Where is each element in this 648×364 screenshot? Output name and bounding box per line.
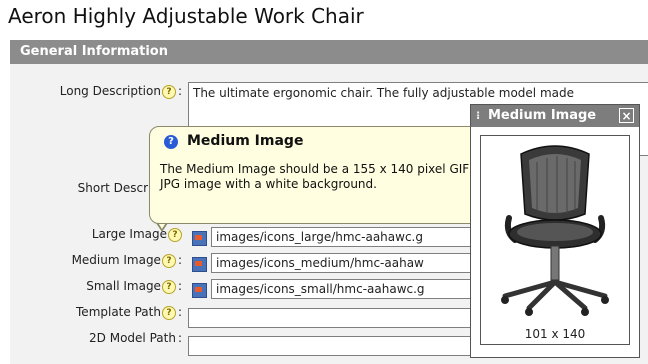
help-tooltip: ? Medium Image × The Medium Image should… — [149, 126, 501, 224]
medium-image-input[interactable]: images/icons_medium/hmc-aahaw — [211, 253, 491, 273]
help-icon[interactable]: ? — [161, 279, 176, 294]
large-image-input[interactable]: images/icons_large/hmc-aahawc.g — [211, 227, 491, 247]
model-path-label: 2D Model Path: — [89, 331, 182, 345]
preview-title: Medium Image — [488, 108, 597, 123]
template-path-label: Template Path?: — [76, 305, 182, 320]
image-dimensions: 101 x 140 — [524, 327, 586, 341]
drag-grip-icon[interactable]: ⁝ — [476, 105, 480, 127]
chair-image: 101 x 140 — [480, 135, 630, 345]
info-icon: ? — [164, 135, 178, 149]
tooltip-text: The Medium Image should be a 155 x 140 p… — [160, 162, 486, 191]
image-file-icon[interactable] — [192, 231, 207, 246]
small-image-input[interactable]: images/icons_small/hmc-aahawc.g — [211, 279, 491, 299]
preview-close-button[interactable]: × — [619, 108, 634, 123]
image-file-icon[interactable] — [192, 257, 207, 272]
medium-image-label: Medium Image?: — [71, 253, 182, 268]
preview-title-bar[interactable]: ⁝ Medium Image × — [471, 105, 639, 127]
image-preview-popup: ⁝ Medium Image × 101 x 140 — [470, 104, 640, 358]
help-icon[interactable]: ? — [161, 253, 176, 268]
template-path-input[interactable] — [188, 308, 488, 328]
help-icon[interactable]: ? — [161, 305, 176, 320]
chair-icon — [501, 145, 609, 316]
long-description-label: Long Description?: — [59, 84, 182, 99]
small-image-label: Small Image?: — [86, 279, 182, 294]
image-file-icon[interactable] — [192, 283, 207, 298]
page-title: Aeron Highly Adjustable Work Chair — [8, 4, 364, 28]
tooltip-title: Medium Image — [187, 133, 304, 149]
help-icon[interactable]: ? — [161, 84, 176, 99]
model-path-input[interactable] — [188, 336, 488, 356]
section-header: General Information — [10, 40, 648, 64]
